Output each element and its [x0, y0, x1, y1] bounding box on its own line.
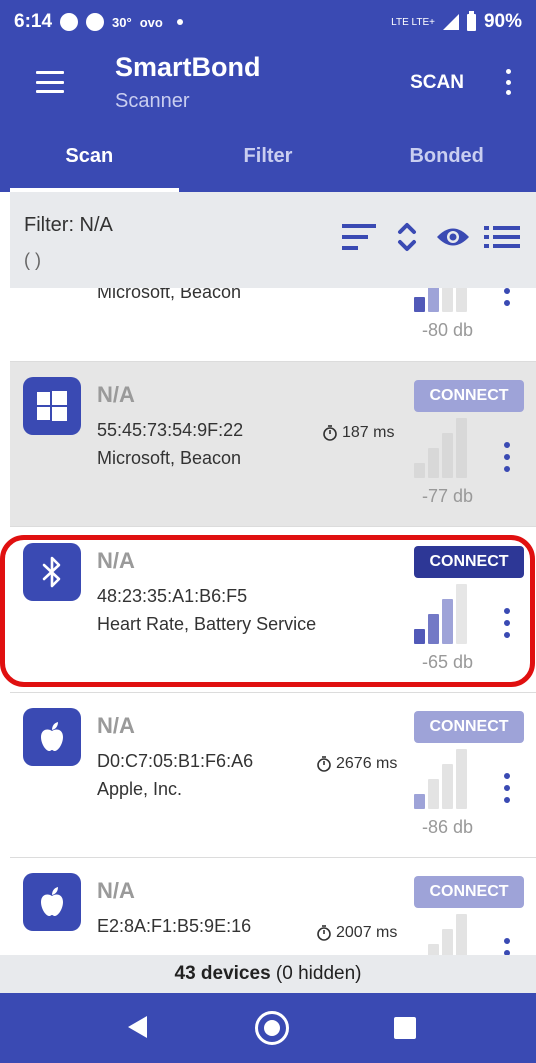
device-rssi: -65 db	[422, 652, 474, 672]
device-interval: 187 ms	[322, 424, 394, 442]
tab-bonded[interactable]: Bonded	[357, 120, 536, 192]
recent-apps-icon[interactable]	[394, 1017, 416, 1039]
timer-icon	[317, 925, 331, 941]
system-nav-bar	[0, 993, 536, 1063]
device-address: 48:23:35:A1:B6:F5	[97, 586, 248, 606]
list-icon[interactable]	[484, 225, 520, 249]
menu-icon[interactable]	[36, 71, 64, 93]
device-row[interactable]: N/A 48:23:35:A1:B6:F5 Heart Rate, Batter…	[10, 528, 536, 693]
bluetooth-icon	[23, 543, 81, 601]
network-type: LTE LTE+	[391, 16, 435, 28]
device-row[interactable]: N/A E2:8A:F1:B5:9E:16 2007 ms CONNECT	[10, 858, 536, 955]
status-time: 6:14	[14, 11, 53, 32]
device-row[interactable]: N/A 55:45:73:54:9F:22 Microsoft, Beacon …	[10, 362, 536, 527]
device-name: N/A	[97, 548, 135, 573]
device-services: Apple, Inc.	[97, 779, 183, 799]
app-title: SmartBond	[115, 52, 261, 82]
status-temperature: 30°	[112, 14, 132, 30]
device-services: Microsoft, Beacon	[97, 448, 242, 468]
more-vert-icon[interactable]	[502, 938, 512, 955]
filter-label: Filter: N/A	[24, 214, 113, 236]
filter-bar: Filter: N/A ( )	[10, 192, 536, 288]
scan-button[interactable]: SCAN	[398, 68, 476, 98]
device-address: 55:45:73:54:9F:22	[97, 420, 244, 440]
apple-icon	[23, 708, 81, 766]
back-icon[interactable]	[128, 1016, 147, 1038]
battery-level: 90%	[483, 11, 522, 32]
connect-button[interactable]: CONNECT	[414, 876, 524, 908]
hidden-count: (0 hidden)	[275, 963, 362, 984]
device-name: N/A	[97, 713, 135, 738]
device-interval-value: 2007 ms	[336, 924, 398, 941]
connect-button[interactable]: CONNECT	[414, 380, 524, 412]
device-interval-value: 187 ms	[342, 424, 395, 441]
device-address: D0:C7:05:B1:F6:A6	[97, 751, 254, 771]
tab-scan[interactable]: Scan	[0, 120, 179, 192]
filter-subtext: ( )	[24, 250, 41, 270]
device-row[interactable]: Microsoft, Beacon -80 db	[10, 288, 536, 362]
device-row[interactable]: N/A D0:C7:05:B1:F6:A6 Apple, Inc. 2676 m…	[10, 693, 536, 858]
device-count: 43 devices	[174, 963, 271, 984]
status-dot-icon	[176, 19, 183, 25]
signal-strength-icon	[414, 749, 490, 809]
tab-filter[interactable]: Filter	[179, 120, 358, 192]
device-count-footer: 43 devices (0 hidden)	[0, 955, 536, 993]
signal-strength-icon	[414, 418, 490, 478]
apple-icon	[23, 873, 81, 931]
signal-strength-icon	[414, 584, 490, 644]
device-name: N/A	[97, 878, 135, 903]
device-rssi: -77 db	[422, 486, 474, 506]
device-interval: 2007 ms	[316, 924, 397, 942]
more-vert-icon[interactable]	[496, 66, 520, 98]
status-bar: 6:14 30° ovo LTE LTE+ 90%	[0, 0, 536, 44]
device-list: Microsoft, Beacon -80 db N/A 55:45:73:54…	[10, 288, 536, 955]
device-interval: 2676 ms	[316, 755, 397, 773]
device-services: Heart Rate, Battery Service	[97, 614, 317, 634]
device-rssi: -80 db	[422, 320, 474, 340]
device-name: N/A	[97, 382, 135, 407]
app-bar: SmartBond Scanner SCAN	[0, 44, 536, 120]
sort-icon[interactable]	[342, 224, 376, 250]
eye-icon[interactable]	[436, 226, 470, 248]
status-carrier: ovo	[139, 14, 163, 30]
device-rssi: -86 db	[422, 817, 474, 837]
battery-icon	[466, 10, 476, 31]
tab-bar: Scan Filter Bonded	[0, 120, 536, 192]
home-icon[interactable]	[255, 1011, 289, 1045]
signal-icon	[442, 14, 459, 30]
more-vert-icon[interactable]	[502, 773, 512, 803]
connect-button[interactable]: CONNECT	[414, 711, 524, 743]
more-vert-icon[interactable]	[502, 608, 512, 638]
more-vert-icon[interactable]	[502, 288, 512, 306]
windows-icon	[23, 377, 81, 435]
notification-icon	[60, 13, 79, 31]
timer-icon	[317, 756, 331, 772]
expand-collapse-icon[interactable]	[396, 220, 418, 254]
device-services: Microsoft, Beacon	[97, 288, 242, 302]
device-address: E2:8A:F1:B5:9E:16	[97, 916, 252, 936]
timer-icon	[323, 425, 337, 441]
more-vert-icon[interactable]	[502, 442, 512, 472]
signal-strength-icon	[414, 288, 490, 312]
notification-icon	[86, 13, 105, 31]
signal-strength-icon	[414, 914, 490, 955]
device-interval-value: 2676 ms	[336, 755, 398, 772]
connect-button[interactable]: CONNECT	[414, 546, 524, 578]
app-subtitle: Scanner	[115, 90, 190, 112]
